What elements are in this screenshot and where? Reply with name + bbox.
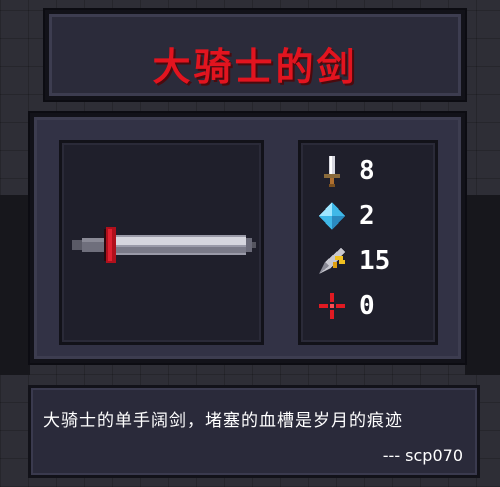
- weapon-name: 大骑士的剑: [152, 44, 358, 89]
- weapon-description: 大骑士的单手阔剑，堵塞的血槽是岁月的痕迹: [43, 411, 403, 431]
- description-author: --- scp070: [382, 446, 463, 465]
- stat-row-accuracy: 0: [315, 288, 375, 324]
- great-knight-sword-icon: [72, 227, 256, 263]
- critical-value: 15: [359, 246, 391, 276]
- title-panel: 大骑士的剑: [45, 10, 465, 100]
- accuracy-value: 0: [359, 291, 375, 321]
- stat-row-damage: 8: [315, 153, 375, 189]
- energy-crystal-icon: [319, 202, 345, 230]
- accuracy-crosshair-icon: [319, 293, 345, 319]
- description-panel: 大骑士的单手阔剑，堵塞的血槽是岁月的痕迹 --- scp070: [28, 385, 480, 478]
- background-shadow: [465, 195, 500, 375]
- damage-value: 8: [359, 156, 375, 186]
- stat-row-critical: 15: [315, 243, 390, 279]
- critical-chance-icon: [319, 248, 345, 274]
- stats-box: 8 2 15 0: [298, 140, 438, 345]
- energy-value: 2: [359, 201, 375, 231]
- stat-row-energy: 2: [315, 198, 375, 234]
- background-shadow: [0, 195, 30, 375]
- weapon-info-panel: 8 2 15 0: [30, 113, 465, 363]
- weapon-preview-box: [59, 140, 264, 345]
- sword-damage-icon: [324, 156, 340, 187]
